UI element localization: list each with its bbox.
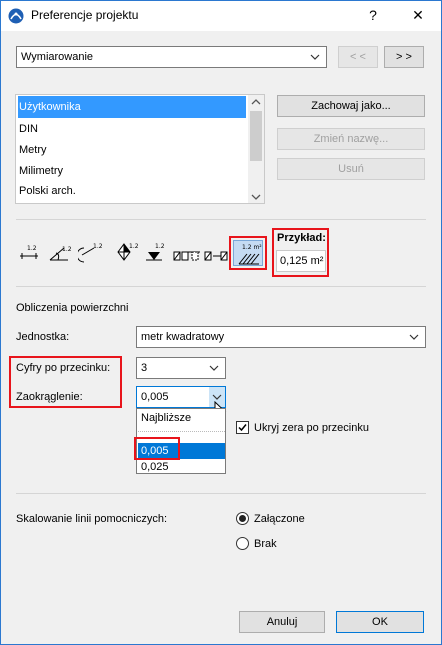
level-dimension-icon[interactable]: 1.2 bbox=[114, 240, 140, 264]
scroll-up-icon[interactable] bbox=[251, 98, 261, 106]
area-dimension-icon: 1.2 m² bbox=[238, 244, 262, 265]
svg-text:1.2: 1.2 bbox=[27, 245, 37, 252]
help-button[interactable]: ? bbox=[360, 4, 386, 26]
svg-text:1.2 m²: 1.2 m² bbox=[242, 244, 262, 251]
save-as-button[interactable]: Zachowaj jako... bbox=[277, 95, 425, 117]
next-page-button[interactable]: > > bbox=[384, 46, 424, 68]
linear-dimension-icon[interactable]: 1.2 bbox=[18, 242, 42, 264]
unit-select-value: metr kwadratowy bbox=[141, 331, 225, 343]
decimals-select[interactable]: 3 bbox=[136, 357, 226, 379]
preview-value: 0,125 m² bbox=[276, 250, 326, 272]
rounding-select[interactable]: 0,005 bbox=[136, 386, 226, 408]
standards-list[interactable]: Użytkownika DIN Metry Milimetry Polski a… bbox=[15, 94, 265, 204]
list-item[interactable]: Polski arch. bbox=[18, 180, 246, 202]
scaling-off-radio[interactable] bbox=[236, 537, 249, 550]
decimals-select-value: 3 bbox=[141, 362, 148, 374]
angle-dimension-icon[interactable]: 1.2 bbox=[48, 242, 72, 264]
scaling-label: Skalowanie linii pomocniczych: bbox=[16, 513, 168, 525]
scroll-thumb[interactable] bbox=[250, 111, 262, 161]
rounding-select-value: 0,005 bbox=[141, 391, 169, 403]
hide-zeros-checkbox[interactable] bbox=[236, 421, 249, 434]
list-item[interactable]: DIN bbox=[18, 118, 246, 140]
hide-zeros-label[interactable]: Ukryj zera po przecinku bbox=[254, 422, 369, 434]
cancel-button[interactable]: Anuluj bbox=[239, 611, 325, 633]
area-dimension-button[interactable]: 1.2 m² bbox=[233, 240, 263, 266]
svg-text:1.2: 1.2 bbox=[155, 243, 165, 250]
category-select-value: Wymiarowanie bbox=[21, 51, 94, 63]
archicad-app-icon bbox=[8, 8, 24, 24]
elevation-dimension-icon[interactable]: 1.2 bbox=[144, 240, 170, 264]
checkmark-icon bbox=[238, 424, 247, 432]
chevron-down-icon bbox=[409, 334, 419, 340]
divider bbox=[16, 493, 426, 494]
unit-label: Jednostka: bbox=[16, 331, 70, 343]
divider bbox=[16, 286, 426, 287]
option-highlight bbox=[134, 437, 180, 460]
list-item[interactable]: Najbliższe bbox=[138, 410, 225, 426]
window-title: Preferencje projektu bbox=[31, 8, 139, 22]
chevron-down-icon bbox=[310, 54, 320, 60]
scroll-down-icon[interactable] bbox=[251, 193, 261, 201]
close-button[interactable]: ✕ bbox=[405, 4, 431, 26]
unit-select[interactable]: metr kwadratowy bbox=[136, 326, 426, 348]
divider bbox=[16, 219, 426, 220]
sill-height-icon[interactable] bbox=[203, 242, 231, 264]
list-item[interactable]: 0,025 bbox=[138, 459, 225, 475]
delete-button[interactable]: Usuń bbox=[277, 158, 425, 180]
rounding-label: Zaokrąglenie: bbox=[16, 391, 83, 403]
svg-text:1.2: 1.2 bbox=[93, 243, 103, 250]
list-item[interactable]: Milimetry bbox=[18, 160, 246, 182]
scaling-on-radio[interactable] bbox=[236, 512, 249, 525]
svg-text:1.2: 1.2 bbox=[129, 243, 139, 250]
chevron-down-icon bbox=[209, 365, 219, 371]
list-scrollbar[interactable] bbox=[248, 95, 264, 203]
scaling-off-label[interactable]: Brak bbox=[254, 538, 277, 550]
category-select[interactable]: Wymiarowanie bbox=[16, 46, 327, 68]
section-title: Obliczenia powierzchni bbox=[16, 302, 129, 314]
previous-page-button[interactable]: < < bbox=[338, 46, 378, 68]
list-item[interactable]: Metry bbox=[18, 139, 246, 161]
ok-button[interactable]: OK bbox=[336, 611, 424, 633]
door-window-dimension-icon[interactable] bbox=[172, 242, 202, 264]
radial-dimension-icon[interactable]: 1.2 bbox=[78, 240, 106, 264]
list-item[interactable]: Użytkownika bbox=[18, 96, 246, 118]
decimals-label: Cyfry po przecinku: bbox=[16, 362, 111, 374]
svg-text:1.2: 1.2 bbox=[62, 246, 72, 253]
preview-label: Przykład: bbox=[277, 232, 326, 244]
rename-button[interactable]: Zmień nazwę... bbox=[277, 128, 425, 150]
scaling-on-label[interactable]: Załączone bbox=[254, 513, 305, 525]
